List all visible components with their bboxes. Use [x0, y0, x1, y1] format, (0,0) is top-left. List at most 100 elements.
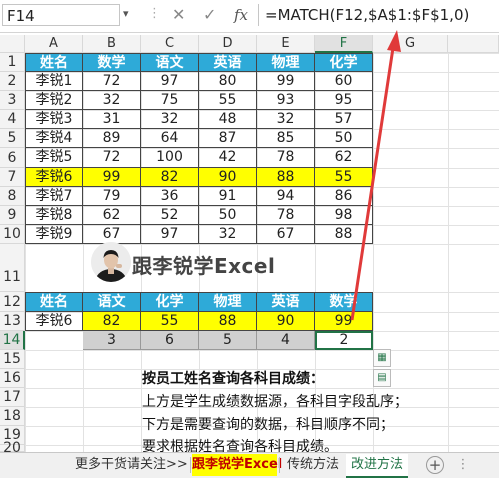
table-cell[interactable]: 55: [199, 91, 257, 110]
query-header-cell[interactable]: 物理: [199, 292, 257, 312]
row-header-6[interactable]: 6: [0, 148, 25, 168]
table-header-cell[interactable]: 化学: [315, 53, 373, 72]
table-cell[interactable]: 李锐1: [25, 72, 83, 91]
column-header-b[interactable]: B: [83, 35, 141, 53]
column-header-a[interactable]: A: [25, 35, 83, 53]
match-result-cell[interactable]: 6: [141, 331, 199, 350]
add-sheet-icon[interactable]: +: [426, 456, 444, 474]
query-value-cell[interactable]: 82: [83, 312, 141, 331]
row-header-5[interactable]: 5: [0, 129, 25, 148]
tab-more-icon[interactable]: ⋮: [456, 454, 470, 476]
table-cell[interactable]: 99: [83, 168, 141, 187]
column-header-c[interactable]: C: [141, 35, 199, 53]
table-cell[interactable]: 72: [83, 148, 141, 168]
table-header-cell[interactable]: 数学: [83, 53, 141, 72]
row-header-14[interactable]: 14: [0, 331, 25, 350]
paste-options-icon[interactable]: ▤: [373, 369, 391, 387]
table-cell[interactable]: 50: [199, 206, 257, 225]
match-result-cell[interactable]: 4: [257, 331, 315, 350]
row-header-2[interactable]: 2: [0, 72, 25, 91]
table-header-cell[interactable]: 物理: [257, 53, 315, 72]
table-cell[interactable]: 75: [141, 91, 199, 110]
table-cell[interactable]: 60: [315, 72, 373, 91]
table-cell[interactable]: 42: [199, 148, 257, 168]
row-header-8[interactable]: 8: [0, 187, 25, 206]
query-value-cell[interactable]: 99: [315, 312, 373, 331]
table-cell[interactable]: 97: [141, 72, 199, 91]
table-cell[interactable]: 89: [83, 129, 141, 148]
row-header-9[interactable]: 9: [0, 206, 25, 225]
tab-brand[interactable]: 跟李锐学Excel: [192, 454, 282, 476]
formula-input[interactable]: =MATCH(F12,$A$1:$F$1,0): [258, 4, 498, 26]
match-result-cell[interactable]: 5: [199, 331, 257, 350]
table-cell[interactable]: 李锐5: [25, 148, 83, 168]
name-box-dropdown-icon[interactable]: ▾: [123, 7, 129, 20]
query-value-cell[interactable]: 李锐6: [25, 312, 83, 331]
table-cell[interactable]: 57: [315, 110, 373, 129]
table-header-cell[interactable]: 英语: [199, 53, 257, 72]
table-cell[interactable]: 55: [315, 168, 373, 187]
row-header-12[interactable]: 12: [0, 292, 25, 312]
table-cell[interactable]: 32: [83, 91, 141, 110]
tab-traditional-method[interactable]: 传统方法: [282, 454, 344, 476]
table-cell[interactable]: 36: [141, 187, 199, 206]
query-header-cell[interactable]: 姓名: [25, 292, 83, 312]
table-cell[interactable]: 99: [257, 72, 315, 91]
table-cell[interactable]: 91: [199, 187, 257, 206]
row-header-7[interactable]: 7: [0, 168, 25, 187]
row-header-13[interactable]: 13: [0, 312, 25, 331]
table-cell[interactable]: 64: [141, 129, 199, 148]
table-cell[interactable]: 82: [141, 168, 199, 187]
name-box[interactable]: F14: [2, 4, 120, 26]
query-header-cell[interactable]: 化学: [141, 292, 199, 312]
table-cell[interactable]: 31: [83, 110, 141, 129]
row-header-10[interactable]: 10: [0, 225, 25, 244]
table-cell[interactable]: 李锐6: [25, 168, 83, 187]
query-value-cell[interactable]: 55: [141, 312, 199, 331]
table-cell[interactable]: 79: [83, 187, 141, 206]
row-header-4[interactable]: 4: [0, 110, 25, 129]
table-cell[interactable]: 72: [83, 72, 141, 91]
query-value-cell[interactable]: 88: [199, 312, 257, 331]
table-cell[interactable]: 85: [257, 129, 315, 148]
select-all-corner[interactable]: [0, 35, 25, 53]
column-header-f[interactable]: F: [315, 35, 373, 53]
insert-function-icon[interactable]: fx: [234, 6, 248, 24]
table-cell[interactable]: 48: [199, 110, 257, 129]
column-header-blank[interactable]: [448, 35, 499, 53]
row-header-1[interactable]: 1: [0, 53, 25, 72]
table-cell[interactable]: 87: [199, 129, 257, 148]
table-cell[interactable]: 李锐9: [25, 225, 83, 244]
column-header-d[interactable]: D: [199, 35, 257, 53]
enter-icon[interactable]: ✓: [203, 5, 216, 24]
table-cell[interactable]: 93: [257, 91, 315, 110]
tab-more-content[interactable]: 更多干货请关注>>: [75, 454, 188, 476]
table-cell[interactable]: 李锐7: [25, 187, 83, 206]
column-header-g[interactable]: G: [373, 35, 448, 53]
query-header-cell[interactable]: 英语: [257, 292, 315, 312]
table-cell[interactable]: 67: [257, 225, 315, 244]
row-header-20[interactable]: 20: [0, 441, 25, 455]
table-header-cell[interactable]: 语文: [141, 53, 199, 72]
table-cell[interactable]: 78: [257, 206, 315, 225]
row-header-3[interactable]: 3: [0, 91, 25, 110]
table-cell[interactable]: 32: [141, 110, 199, 129]
table-cell[interactable]: 88: [257, 168, 315, 187]
table-cell[interactable]: 94: [257, 187, 315, 206]
table-cell[interactable]: 62: [83, 206, 141, 225]
column-header-e[interactable]: E: [257, 35, 315, 53]
query-header-cell[interactable]: 数学: [315, 292, 373, 312]
table-cell[interactable]: 80: [199, 72, 257, 91]
table-cell[interactable]: 62: [315, 148, 373, 168]
row-header-17[interactable]: 17: [0, 388, 25, 407]
table-cell[interactable]: 97: [141, 225, 199, 244]
table-cell[interactable]: 95: [315, 91, 373, 110]
tab-improved-method[interactable]: 改进方法: [346, 454, 408, 478]
table-cell[interactable]: 李锐4: [25, 129, 83, 148]
row-header-18[interactable]: 18: [0, 407, 25, 426]
table-cell[interactable]: 李锐3: [25, 110, 83, 129]
table-cell[interactable]: 52: [141, 206, 199, 225]
cancel-icon[interactable]: ✕: [172, 5, 185, 24]
table-cell[interactable]: 32: [199, 225, 257, 244]
row-header-16[interactable]: 16: [0, 369, 25, 388]
